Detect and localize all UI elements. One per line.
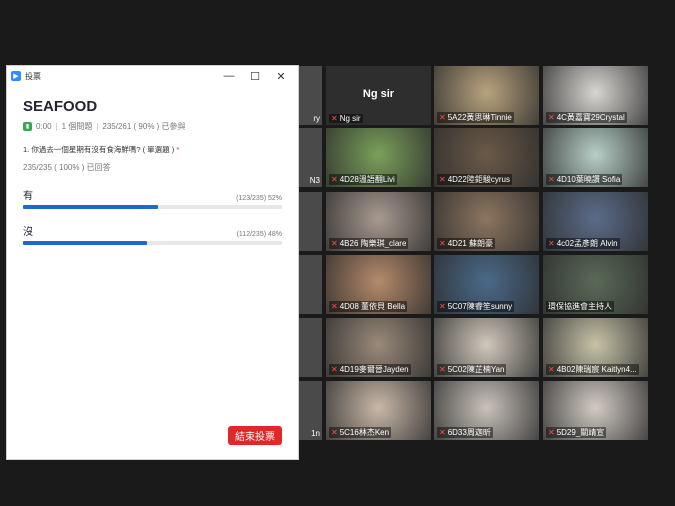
questions-count: 1 個問題 xyxy=(61,122,93,131)
participant-name: ✕ 4D08 董依貝 Bella xyxy=(329,301,408,312)
participant-tile[interactable]: ✕ 4D21 蘇朗豪 xyxy=(434,192,539,251)
participant-name: ✕ 5C07陳睿笙sunny xyxy=(437,301,515,312)
participant-tile[interactable]: ✕ 4B02陳瑞宸 Kaitlyn4... xyxy=(543,318,648,377)
participant-tile[interactable]: ✕ 4D22陸鉅駿cyrus xyxy=(434,128,539,187)
participant-name: ✕ Ng sir xyxy=(329,114,363,123)
participant-tile[interactable]: ✕ 5C02陳芷楠Yan xyxy=(434,318,539,377)
participant-tile-partial[interactable]: 1n xyxy=(298,381,322,440)
option-label: 沒 xyxy=(23,227,33,238)
participant-tile-partial[interactable] xyxy=(298,255,322,314)
participant-tile[interactable]: ✕ 6D33周迦昕 xyxy=(434,381,539,440)
participant-tile[interactable]: ✕ 4c02孟彥朗 Alvin xyxy=(543,192,648,251)
mic-muted-icon: ✕ xyxy=(439,113,446,122)
option-stat: (123/235) 52% xyxy=(236,195,282,202)
required-mark: * xyxy=(176,145,180,154)
option-stat: (112/235) 48% xyxy=(236,231,282,238)
window-title: 投票 xyxy=(25,71,41,81)
participant-tile[interactable]: ✕ 5D29_關靖宣 xyxy=(543,381,648,440)
close-button[interactable]: ✕ xyxy=(268,70,294,83)
participant-tile-ng-sir[interactable]: Ng sir ✕ Ng sir xyxy=(326,66,431,125)
participant-name: ✕ 5A22黃思琳Tinnie xyxy=(437,112,514,123)
participant-display-name: Ng sir xyxy=(362,88,395,100)
participant-tile[interactable]: ✕ 4D28溫語翻Livi xyxy=(326,128,431,187)
participant-name: ✕ 5C02陳芷楠Yan xyxy=(437,364,507,375)
participant-tile[interactable]: ✕ 5C07陳睿笙sunny xyxy=(434,255,539,314)
participant-name: ✕ 4c02孟彥朗 Alvin xyxy=(546,238,620,249)
mic-muted-icon: ✕ xyxy=(439,175,446,184)
participant-name: ✕ 4D21 蘇朗豪 xyxy=(437,238,496,249)
mic-muted-icon: ✕ xyxy=(548,365,555,374)
end-poll-button[interactable]: 結束投票 xyxy=(228,426,282,445)
mic-muted-icon: ✕ xyxy=(548,113,555,122)
option-bar-fill xyxy=(23,241,148,245)
minimize-button[interactable]: — xyxy=(216,70,242,82)
participant-name: ✕ 4B02陳瑞宸 Kaitlyn4... xyxy=(546,364,639,375)
option-bar-fill xyxy=(23,205,158,209)
mic-muted-icon: ✕ xyxy=(548,239,555,248)
mic-muted-icon: ✕ xyxy=(439,302,446,311)
mic-muted-icon: ✕ xyxy=(331,239,338,248)
participant-tile[interactable]: ✕ 4D08 董依貝 Bella xyxy=(326,255,431,314)
mic-muted-icon: ✕ xyxy=(331,428,338,437)
participant-name: ✕ 5C16林杰Ken xyxy=(329,427,392,438)
mic-muted-icon: ✕ xyxy=(548,428,555,437)
option-bar-track xyxy=(23,241,282,245)
mic-muted-icon: ✕ xyxy=(439,239,446,248)
participant-name: 環保協進會主持人 xyxy=(546,301,614,312)
mic-muted-icon: ✕ xyxy=(331,365,338,374)
poll-meta: ▮ 0:00 | 1 個問題 | 235/261 ( 90% ) 已參與 xyxy=(23,121,282,132)
poll-option: 有 (123/235) 52% xyxy=(23,187,282,209)
participant-tile[interactable]: ✕ 5C16林杰Ken xyxy=(326,381,431,440)
option-label: 有 xyxy=(23,191,33,202)
poll-question: 1. 你過去一個星期有沒有食海鮮嗎? ( 單選題 ) * xyxy=(23,145,180,154)
participant-name: 1n xyxy=(311,429,320,438)
participant-name: ✕ 4D10葉曉讚 Sofia xyxy=(546,174,623,185)
poll-option: 沒 (112/235) 48% xyxy=(23,223,282,245)
participant-name: ✕ 4B26 陶樂琪_clare xyxy=(329,238,409,249)
participant-tile[interactable]: ✕ 4D10葉曉讚 Sofia xyxy=(543,128,648,187)
separator: | xyxy=(55,122,58,131)
poll-window: ▶ 投票 — ☐ ✕ SEAFOOD ▮ 0:00 | 1 個問題 | 235/… xyxy=(6,65,299,460)
answered-stat: 235/235 ( 100% ) 已回答 xyxy=(23,163,111,172)
poll-timer: 0:00 xyxy=(36,122,52,131)
participant-tile-partial[interactable] xyxy=(298,192,322,251)
participant-name: N3 xyxy=(309,176,320,185)
zoom-app-icon: ▶ xyxy=(11,71,21,81)
participant-tile[interactable]: ✕ 4D19麥爾晉Jayden xyxy=(326,318,431,377)
participant-name: ✕ 4D19麥爾晉Jayden xyxy=(329,364,411,375)
mic-muted-icon: ✕ xyxy=(331,114,338,123)
participant-name: ✕ 4C黃嘉寶29Crystal xyxy=(546,112,627,123)
participant-name: ✕ 4D22陸鉅駿cyrus xyxy=(437,174,512,185)
participant-name: ✕ 5D29_關靖宣 xyxy=(546,427,607,438)
mic-muted-icon: ✕ xyxy=(331,302,338,311)
window-titlebar: ▶ 投票 — ☐ ✕ xyxy=(7,66,298,86)
poll-status-icon: ▮ xyxy=(23,122,32,131)
participant-tile-partial[interactable]: N3 xyxy=(298,128,322,187)
mic-muted-icon: ✕ xyxy=(439,428,446,437)
option-bar-track xyxy=(23,205,282,209)
participation-stat: 235/261 ( 90% ) 已參與 xyxy=(102,122,186,131)
maximize-button[interactable]: ☐ xyxy=(242,70,268,83)
participant-tile[interactable]: ✕ 4C黃嘉寶29Crystal xyxy=(543,66,648,125)
mic-muted-icon: ✕ xyxy=(548,175,555,184)
participant-tile[interactable]: ✕ 5A22黃思琳Tinnie xyxy=(434,66,539,125)
participant-tile[interactable]: ✕ 4B26 陶樂琪_clare xyxy=(326,192,431,251)
participant-name: ✕ 4D28溫語翻Livi xyxy=(329,174,397,185)
participant-tile-partial[interactable]: ry xyxy=(298,66,322,125)
participant-tile[interactable]: 環保協進會主持人 xyxy=(543,255,648,314)
poll-options: 有 (123/235) 52% 沒 (112/235) 48% xyxy=(23,187,282,245)
participant-name: ry xyxy=(313,114,320,123)
participant-tile-partial[interactable] xyxy=(298,318,322,377)
mic-muted-icon: ✕ xyxy=(331,175,338,184)
poll-title: SEAFOOD xyxy=(23,98,98,115)
separator: | xyxy=(96,122,99,131)
participant-name: ✕ 6D33周迦昕 xyxy=(437,427,493,438)
mic-muted-icon: ✕ xyxy=(439,365,446,374)
